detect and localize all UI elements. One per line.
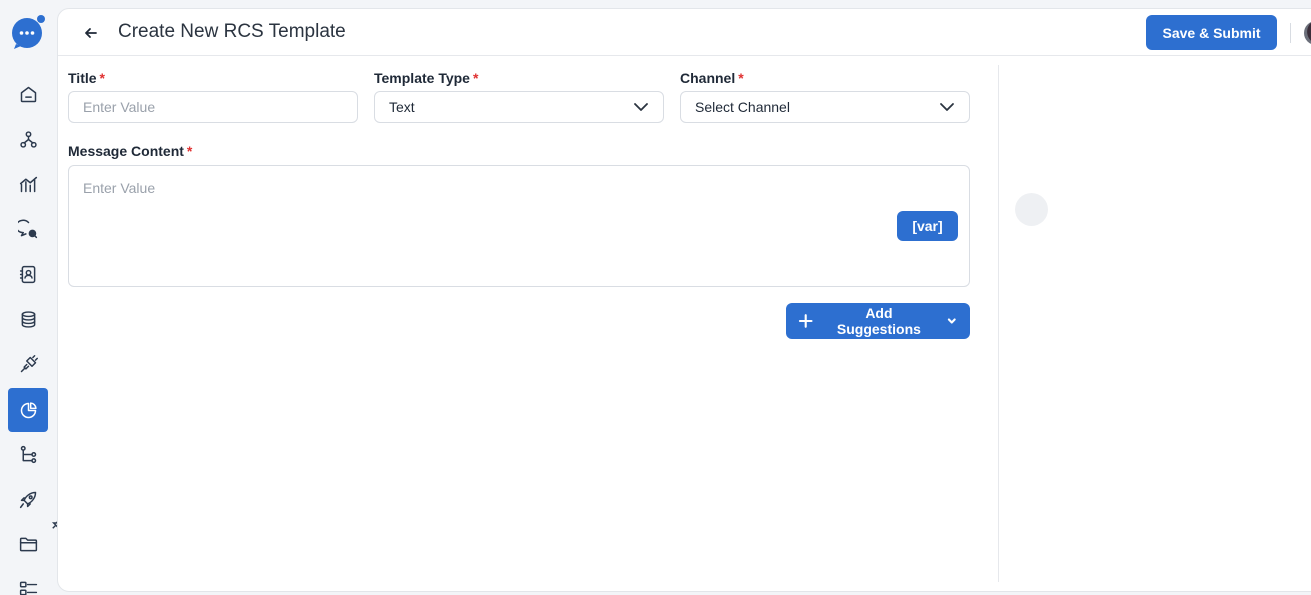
page-title: Create New RCS Template (118, 21, 346, 42)
plus-icon (798, 314, 813, 328)
network-icon (19, 130, 37, 148)
chat-search-icon (17, 219, 37, 238)
add-suggestions-label: Add Suggestions (836, 305, 921, 337)
required-mark: * (472, 70, 479, 86)
insert-variable-button[interactable]: [var] (897, 211, 958, 241)
flow-icon (20, 445, 36, 463)
header-divider (1290, 23, 1291, 43)
analytics-icon (19, 176, 37, 192)
preview-placeholder (1015, 193, 1048, 226)
folder-icon (19, 537, 37, 551)
sidebar-item-settings[interactable] (8, 568, 48, 595)
app-logo-icon[interactable] (10, 14, 46, 50)
add-suggestions-button[interactable]: Add Suggestions (786, 303, 970, 339)
back-button[interactable] (80, 22, 102, 44)
channel-label: Channel * (680, 70, 744, 86)
message-content-input[interactable] (83, 180, 883, 270)
main-panel: Create New RCS Template Save & Submit Ti… (57, 8, 1311, 592)
template-type-label: Template Type * (374, 70, 479, 86)
sidebar-item-analytics[interactable] (8, 164, 48, 204)
sidebar-item-network[interactable] (8, 119, 48, 159)
contacts-icon (19, 265, 35, 283)
settings-list-icon (19, 581, 37, 595)
required-mark: * (186, 143, 193, 159)
rocket-icon (19, 491, 36, 508)
sidebar (0, 0, 65, 595)
title-field[interactable] (68, 91, 358, 123)
chevron-down-icon (940, 103, 954, 111)
database-icon (21, 310, 35, 328)
home-icon (20, 86, 36, 102)
sidebar-item-campaigns[interactable] (8, 479, 48, 519)
avatar[interactable] (1304, 21, 1311, 45)
sidebar-item-flows[interactable] (8, 434, 48, 474)
message-content-box: [var] (68, 165, 970, 287)
arrow-left-icon (85, 28, 97, 38)
sidebar-item-integrations[interactable] (8, 344, 48, 384)
title-input[interactable] (83, 99, 343, 115)
chevron-down-icon (634, 103, 648, 111)
plug-icon (20, 354, 38, 372)
sidebar-item-home[interactable] (8, 74, 48, 114)
sidebar-item-reports[interactable] (8, 388, 48, 432)
title-label: Title * (68, 70, 105, 86)
pie-chart-icon (20, 401, 37, 418)
required-mark: * (99, 70, 105, 86)
chevron-down-icon (948, 318, 957, 324)
message-content-label: Message Content * (68, 143, 193, 159)
channel-placeholder: Select Channel (695, 99, 790, 115)
required-mark: * (738, 70, 744, 86)
template-type-value: Text (389, 99, 415, 115)
template-type-select[interactable]: Text (374, 91, 664, 123)
channel-select[interactable]: Select Channel (680, 91, 970, 123)
preview-divider (998, 65, 999, 582)
sidebar-item-conversations[interactable] (8, 209, 48, 249)
page-header: Create New RCS Template Save & Submit (58, 9, 1311, 56)
sidebar-item-contacts[interactable] (8, 254, 48, 294)
save-submit-button[interactable]: Save & Submit (1146, 15, 1277, 50)
sidebar-item-files[interactable] (8, 524, 48, 564)
sidebar-item-database[interactable] (8, 299, 48, 339)
